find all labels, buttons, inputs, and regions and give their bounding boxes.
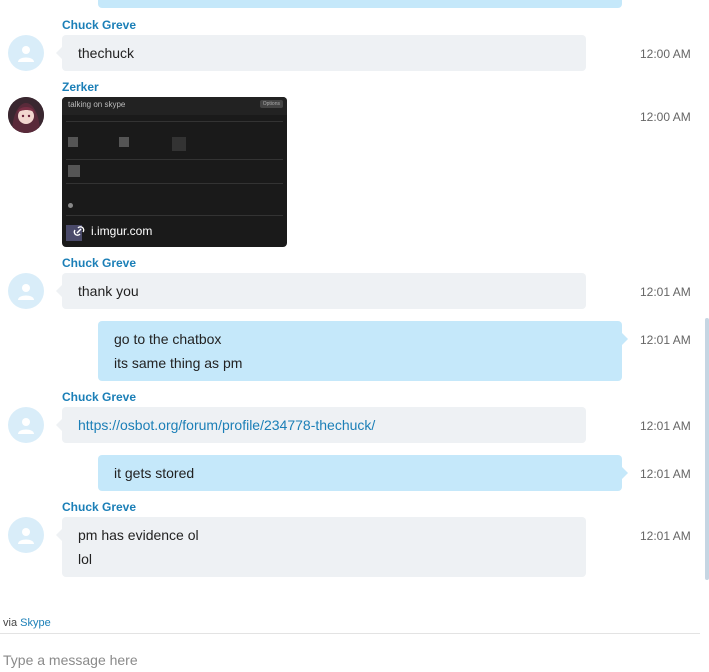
via-prefix: via bbox=[3, 617, 18, 629]
avatar[interactable] bbox=[8, 97, 44, 133]
message-text: it gets stored bbox=[114, 465, 195, 481]
image-thumb bbox=[119, 137, 129, 147]
message-bubble-outgoing[interactable]: it gets stored bbox=[98, 455, 628, 491]
image-options-button: Options bbox=[259, 100, 283, 108]
image-divider bbox=[66, 159, 283, 160]
message-timestamp: 12:00 AM bbox=[640, 110, 691, 124]
sender-name[interactable]: Chuck Greve bbox=[62, 390, 136, 404]
message-text: its same thing as pm bbox=[114, 355, 243, 371]
message-bubble[interactable]: thechuck bbox=[56, 35, 586, 71]
avatar[interactable] bbox=[8, 517, 44, 553]
via-app-link[interactable]: Skype bbox=[20, 617, 51, 629]
message-timestamp: 12:01 AM bbox=[640, 467, 691, 481]
image-thumb bbox=[68, 137, 78, 147]
shared-image-preview[interactable]: talking on skype Options i.imgur.com bbox=[62, 97, 287, 247]
scrollbar-thumb[interactable] bbox=[705, 318, 709, 580]
sender-name[interactable]: Chuck Greve bbox=[62, 256, 136, 270]
composer-divider bbox=[0, 633, 700, 634]
message-text: go to the chatbox bbox=[114, 331, 222, 347]
message-text: lol bbox=[78, 551, 93, 567]
avatar[interactable] bbox=[8, 273, 44, 309]
sender-name[interactable]: Chuck Greve bbox=[62, 500, 136, 514]
message-link[interactable]: https://osbot.org/forum/profile/234778-t… bbox=[78, 413, 570, 437]
message-bubble-outgoing[interactable]: go to the chatbox its same thing as pm bbox=[98, 321, 628, 381]
message-timestamp: 12:01 AM bbox=[640, 285, 691, 299]
via-label: via Skype bbox=[3, 617, 51, 629]
message-timestamp: 12:01 AM bbox=[640, 419, 691, 433]
message-text: pm has evidence ol bbox=[78, 527, 199, 543]
avatar[interactable] bbox=[8, 407, 44, 443]
person-silhouette-icon bbox=[18, 284, 34, 300]
image-source-badge: i.imgur.com bbox=[72, 224, 152, 238]
image-dot bbox=[68, 203, 73, 208]
message-bubble[interactable]: https://osbot.org/forum/profile/234778-t… bbox=[56, 407, 586, 443]
avatar[interactable] bbox=[8, 35, 44, 71]
message-input[interactable]: Type a message here bbox=[3, 652, 138, 668]
link-icon bbox=[73, 226, 85, 236]
person-silhouette-icon bbox=[18, 418, 34, 434]
message-bubble[interactable]: pm has evidence ol lol bbox=[56, 517, 586, 577]
partial-outgoing-bubble bbox=[98, 0, 622, 8]
person-silhouette-icon bbox=[18, 46, 34, 62]
message-timestamp: 12:00 AM bbox=[640, 47, 691, 61]
image-thumb bbox=[172, 137, 186, 151]
image-title: talking on skype bbox=[68, 100, 126, 109]
sender-name[interactable]: Zerker bbox=[62, 80, 99, 94]
person-silhouette-icon bbox=[18, 528, 34, 544]
message-timestamp: 12:01 AM bbox=[640, 529, 691, 543]
message-text: thechuck bbox=[78, 45, 135, 61]
image-divider bbox=[66, 215, 283, 216]
message-bubble[interactable]: thank you bbox=[56, 273, 586, 309]
image-thumb bbox=[68, 165, 80, 177]
message-text: thank you bbox=[78, 283, 139, 299]
image-divider bbox=[66, 121, 283, 122]
user-avatar-image bbox=[8, 97, 44, 133]
sender-name[interactable]: Chuck Greve bbox=[62, 18, 136, 32]
image-source-domain: i.imgur.com bbox=[91, 224, 153, 238]
image-divider bbox=[66, 183, 283, 184]
message-timestamp: 12:01 AM bbox=[640, 333, 691, 347]
